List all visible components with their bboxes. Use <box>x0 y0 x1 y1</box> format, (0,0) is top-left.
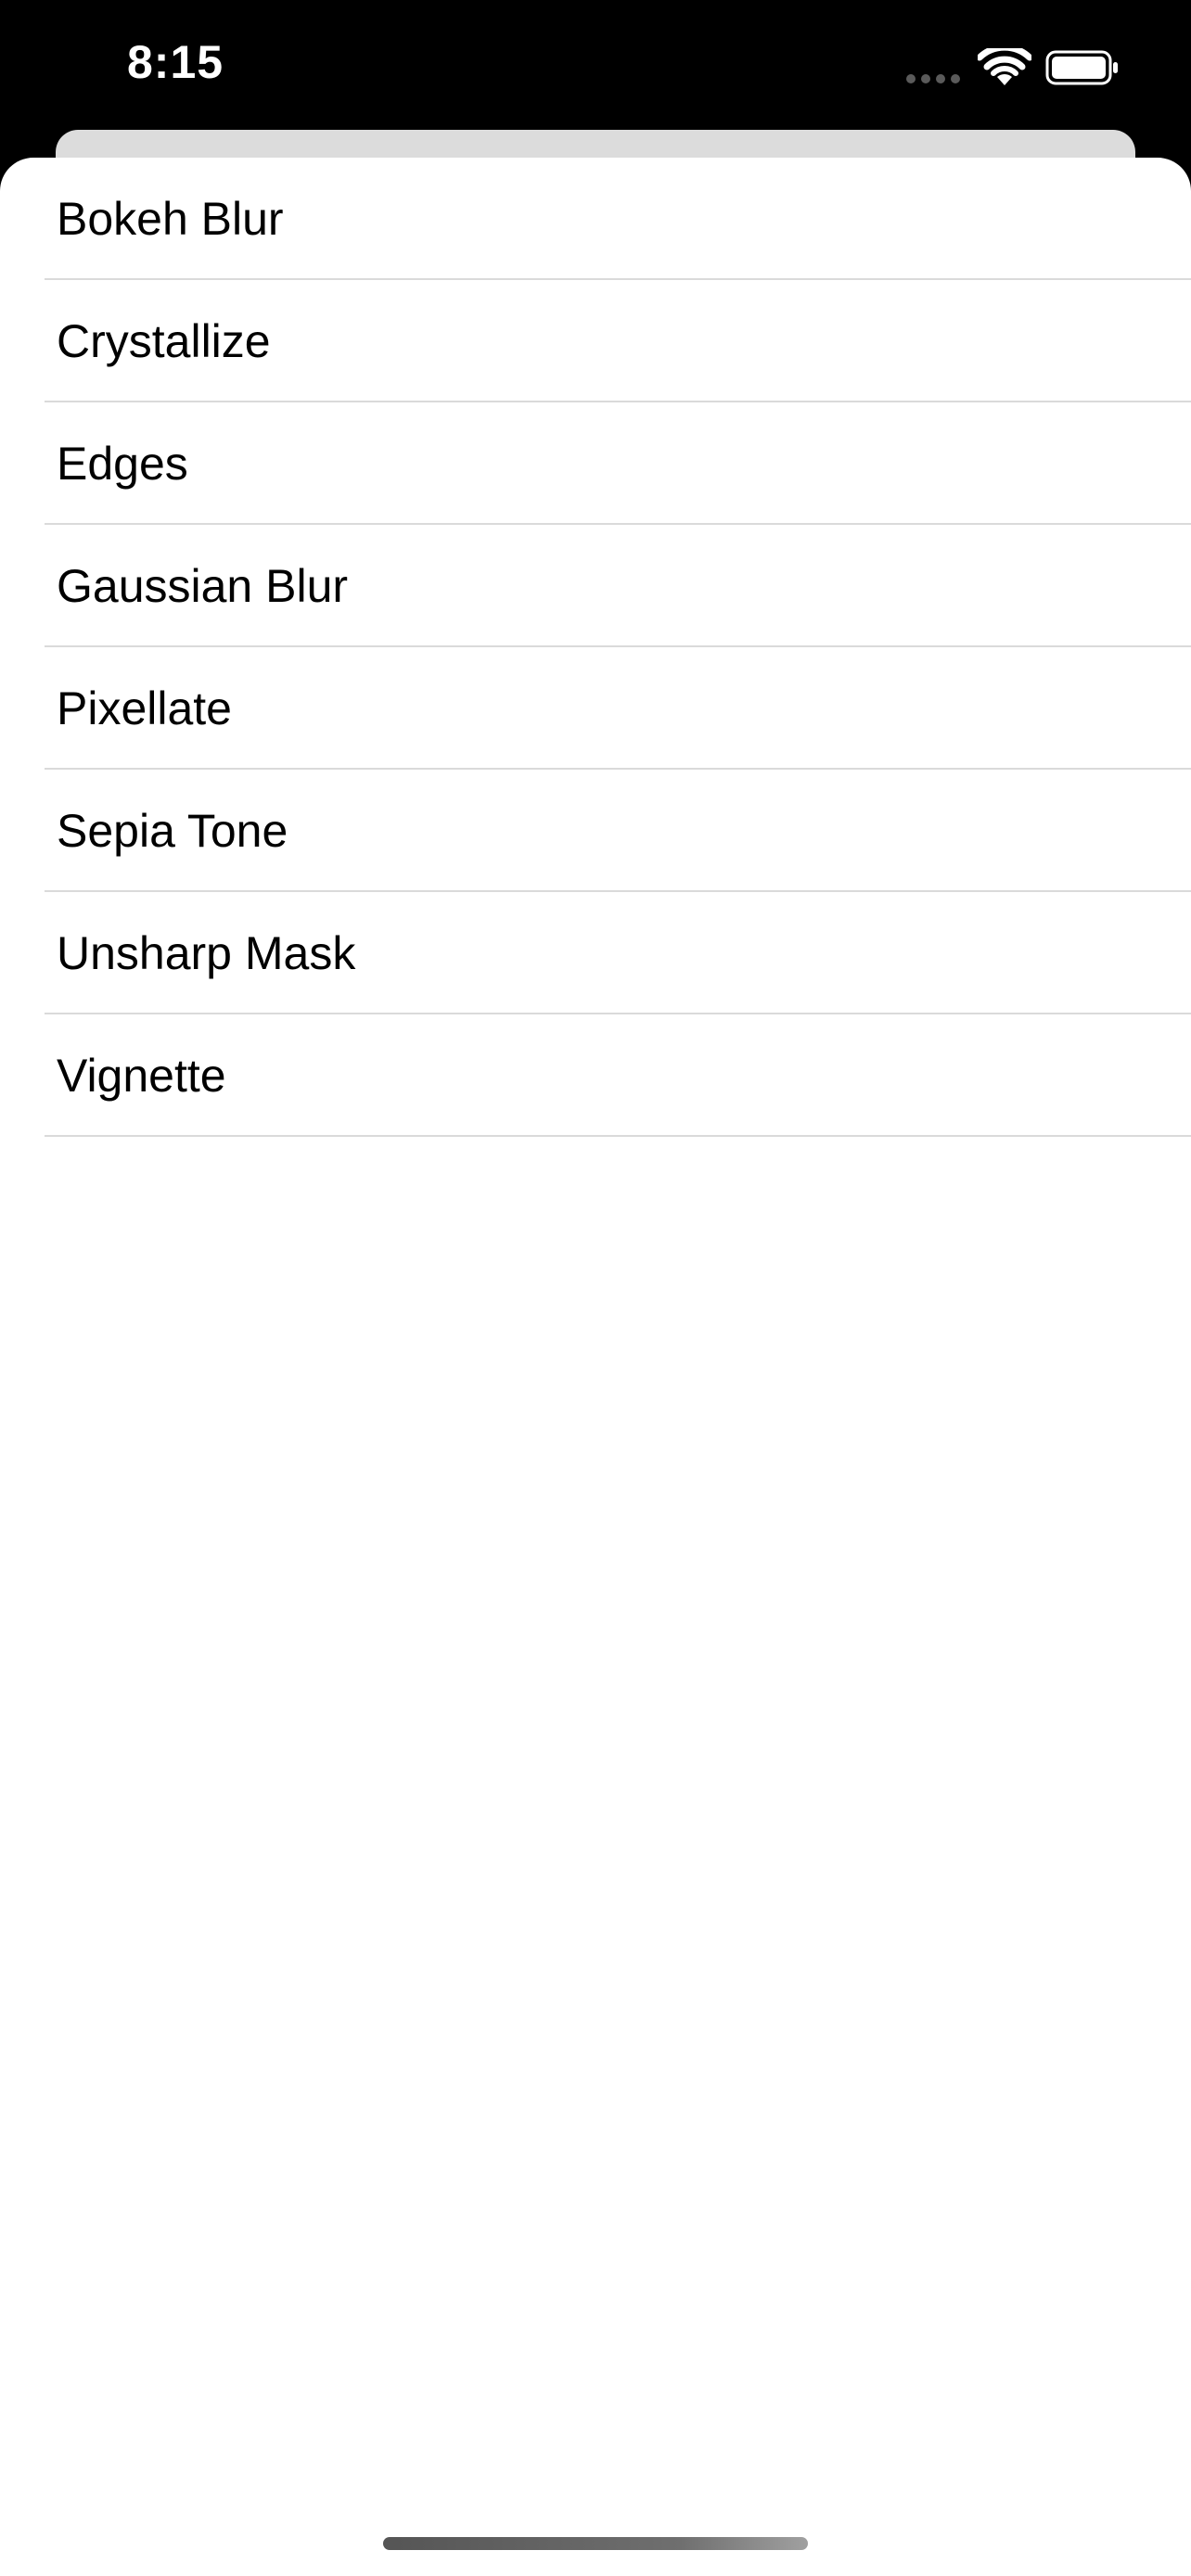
status-time: 8:15 <box>127 36 224 88</box>
filter-row-edges[interactable]: Edges <box>0 402 1191 525</box>
cellular-dots-icon <box>906 74 962 83</box>
filter-label: Sepia Tone <box>57 805 288 857</box>
filter-row-bokeh-blur[interactable]: Bokeh Blur <box>0 158 1191 280</box>
filter-label: Bokeh Blur <box>57 193 284 245</box>
filter-list: Bokeh Blur Crystallize Edges Gaussian Bl… <box>0 158 1191 1137</box>
status-bar: 8:15 <box>0 0 1191 130</box>
filter-label: Vignette <box>57 1050 226 1102</box>
filter-label: Gaussian Blur <box>57 560 349 612</box>
battery-icon <box>1045 50 1118 85</box>
wifi-icon <box>978 48 1031 85</box>
filter-label: Pixellate <box>57 682 232 734</box>
filter-row-pixellate[interactable]: Pixellate <box>0 647 1191 770</box>
filter-row-vignette[interactable]: Vignette <box>0 1014 1191 1137</box>
filter-label: Unsharp Mask <box>57 927 356 979</box>
filter-row-crystallize[interactable]: Crystallize <box>0 280 1191 402</box>
filter-label: Edges <box>57 438 188 490</box>
filter-sheet: Bokeh Blur Crystallize Edges Gaussian Bl… <box>0 158 1191 2576</box>
home-indicator[interactable] <box>383 2537 808 2550</box>
filter-row-gaussian-blur[interactable]: Gaussian Blur <box>0 525 1191 647</box>
filter-label: Crystallize <box>57 315 271 367</box>
filter-row-sepia-tone[interactable]: Sepia Tone <box>0 770 1191 892</box>
filter-row-unsharp-mask[interactable]: Unsharp Mask <box>0 892 1191 1014</box>
